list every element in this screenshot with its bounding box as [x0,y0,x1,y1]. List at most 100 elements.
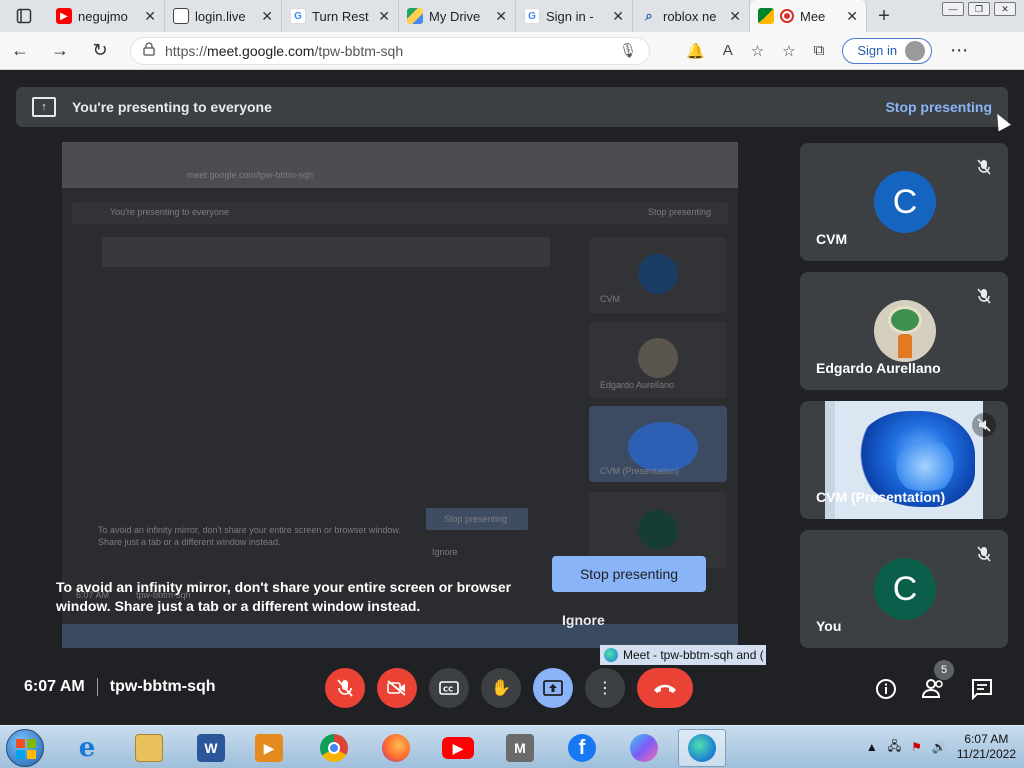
camera-toggle-button[interactable] [377,668,417,708]
new-tab-button[interactable]: + [867,0,901,32]
sign-in-button[interactable]: Sign in [842,37,933,64]
mic-off-icon [337,679,353,697]
word-icon: W [197,734,225,762]
participant-name: Edgardo Aurellano [816,360,941,376]
mirror-avatar [638,338,678,378]
tab-label: negujmo [78,8,128,24]
tab-6[interactable]: Mee ✕ [750,0,867,32]
participant-tile-you[interactable]: C You [800,530,1008,648]
url-field[interactable]: https://meet.google.com/tpw-bbtm-sqh 🎙 [130,36,650,65]
close-icon[interactable]: ✕ [378,8,390,25]
taskbar-chrome[interactable] [310,729,358,767]
windows-logo-icon [16,739,36,759]
taskbar-explorer[interactable] [125,729,173,767]
captions-button[interactable]: CC [429,668,469,708]
participant-name: You [816,618,842,634]
close-icon[interactable]: ✕ [729,8,741,25]
close-icon[interactable]: ✕ [495,8,507,25]
mic-toggle-button[interactable] [325,668,365,708]
mic-off-icon [972,284,996,308]
chat-icon [972,679,992,701]
participant-count-badge: 5 [934,660,954,680]
recording-icon [780,9,794,23]
forward-button[interactable]: → [40,40,80,61]
close-icon[interactable]: ✕ [612,8,624,25]
mirror-ignore-text: Ignore [432,547,458,557]
raise-hand-button[interactable]: ✋ [481,668,521,708]
system-tray: ▲ 🖧 ⚑ 🔊 6:07 AM 11/21/2022 [866,732,1016,762]
taskbar-firefox[interactable] [372,729,420,767]
taskbar-youtube[interactable]: ▶ [434,729,482,767]
tab-label: roblox ne [663,8,717,24]
google-icon: G [524,8,540,24]
clock-date: 11/21/2022 [956,747,1016,761]
notification-blocked-icon[interactable]: 🔔 [686,42,705,60]
explorer-icon [135,734,163,762]
network-icon[interactable]: 🖧 [888,737,901,758]
taskbar-facebook[interactable]: f [558,729,606,767]
taskbar-edge[interactable] [678,729,726,767]
tab-2[interactable]: G Turn Rest ✕ [282,0,399,32]
stop-presenting-button[interactable]: Stop presenting [552,556,706,592]
people-button[interactable] [921,678,946,703]
present-screen-icon [543,680,563,696]
stop-presenting-link[interactable]: Stop presenting [885,99,992,115]
tab-label: login.live [195,8,246,24]
taskbar-ie[interactable]: e [63,729,111,767]
youtube-icon: ▶ [442,737,474,759]
tab-1[interactable]: login.live ✕ [165,0,282,32]
mirror-url: meet.google.com/tpw-bbtm-sqh [187,170,314,180]
svg-text:CC: CC [443,686,453,694]
read-aloud-icon[interactable]: A [723,42,733,60]
mirror-tile-name: Edgardo Aurellano [600,380,675,390]
favorites-icon[interactable]: ☆ [782,42,795,60]
refresh-button[interactable]: ↻ [80,40,120,61]
search-icon: ⌕ [645,8,653,23]
facebook-icon: f [568,734,596,762]
maximize-button[interactable]: ❐ [968,2,990,16]
more-menu-icon[interactable]: ⋯ [950,40,968,61]
meeting-details-button[interactable] [875,678,897,705]
taskbar-media[interactable]: ▶ [245,729,293,767]
taskbar-word[interactable]: W [187,729,235,767]
flag-icon[interactable]: ⚑ [911,740,922,754]
start-button[interactable] [6,729,44,767]
show-hidden-icons-icon[interactable]: ▲ [866,740,878,754]
clock[interactable]: 6:07 AM 11/21/2022 [957,732,1016,762]
leave-call-button[interactable] [637,668,693,708]
taskbar-copilot[interactable] [620,729,668,767]
mic-off-icon [972,542,996,566]
participant-tile-presentation[interactable]: CVM (Presentation) [800,401,1008,519]
back-button[interactable]: ← [0,40,40,61]
volume-icon[interactable]: 🔊 [932,740,947,754]
close-icon[interactable]: ✕ [261,8,273,25]
tab-0[interactable]: ▶ negujmo ✕ [48,0,165,32]
close-icon[interactable]: ✕ [144,8,156,25]
ignore-button[interactable]: Ignore [562,612,605,628]
participant-tile-cvm[interactable]: C CVM [800,143,1008,261]
tab-actions-icon[interactable] [0,0,48,32]
window-controls: — ❐ ✕ [942,2,1016,16]
add-favorite-icon[interactable]: ☆ [751,42,764,60]
microphone-icon[interactable]: 🎙 [619,42,637,59]
chat-button[interactable] [971,678,993,705]
avatar [905,40,926,61]
tab-label: Mee [800,8,826,24]
tab-5[interactable]: ⌕ roblox ne ✕ [633,0,750,32]
tab-3[interactable]: My Drive ✕ [399,0,516,32]
mirror-panel [102,237,550,267]
lock-icon[interactable] [143,42,155,59]
taskbar-m-app[interactable]: M [496,729,544,767]
window-close-button[interactable]: ✕ [994,2,1016,16]
url-path: /tpw-bbtm-sqh [314,42,404,59]
tab-4[interactable]: G Sign in - ✕ [516,0,633,32]
page-icon [173,8,189,24]
participant-tile-edgardo[interactable]: Edgardo Aurellano [800,272,1008,390]
firefox-icon [382,734,410,762]
present-now-button[interactable] [533,668,573,708]
collections-icon[interactable]: ⧉ [814,42,825,60]
close-icon[interactable]: ✕ [846,8,858,25]
minimize-button[interactable]: — [942,2,964,16]
more-options-button[interactable]: ⋮ [585,668,625,708]
mic-off-icon [972,155,996,179]
